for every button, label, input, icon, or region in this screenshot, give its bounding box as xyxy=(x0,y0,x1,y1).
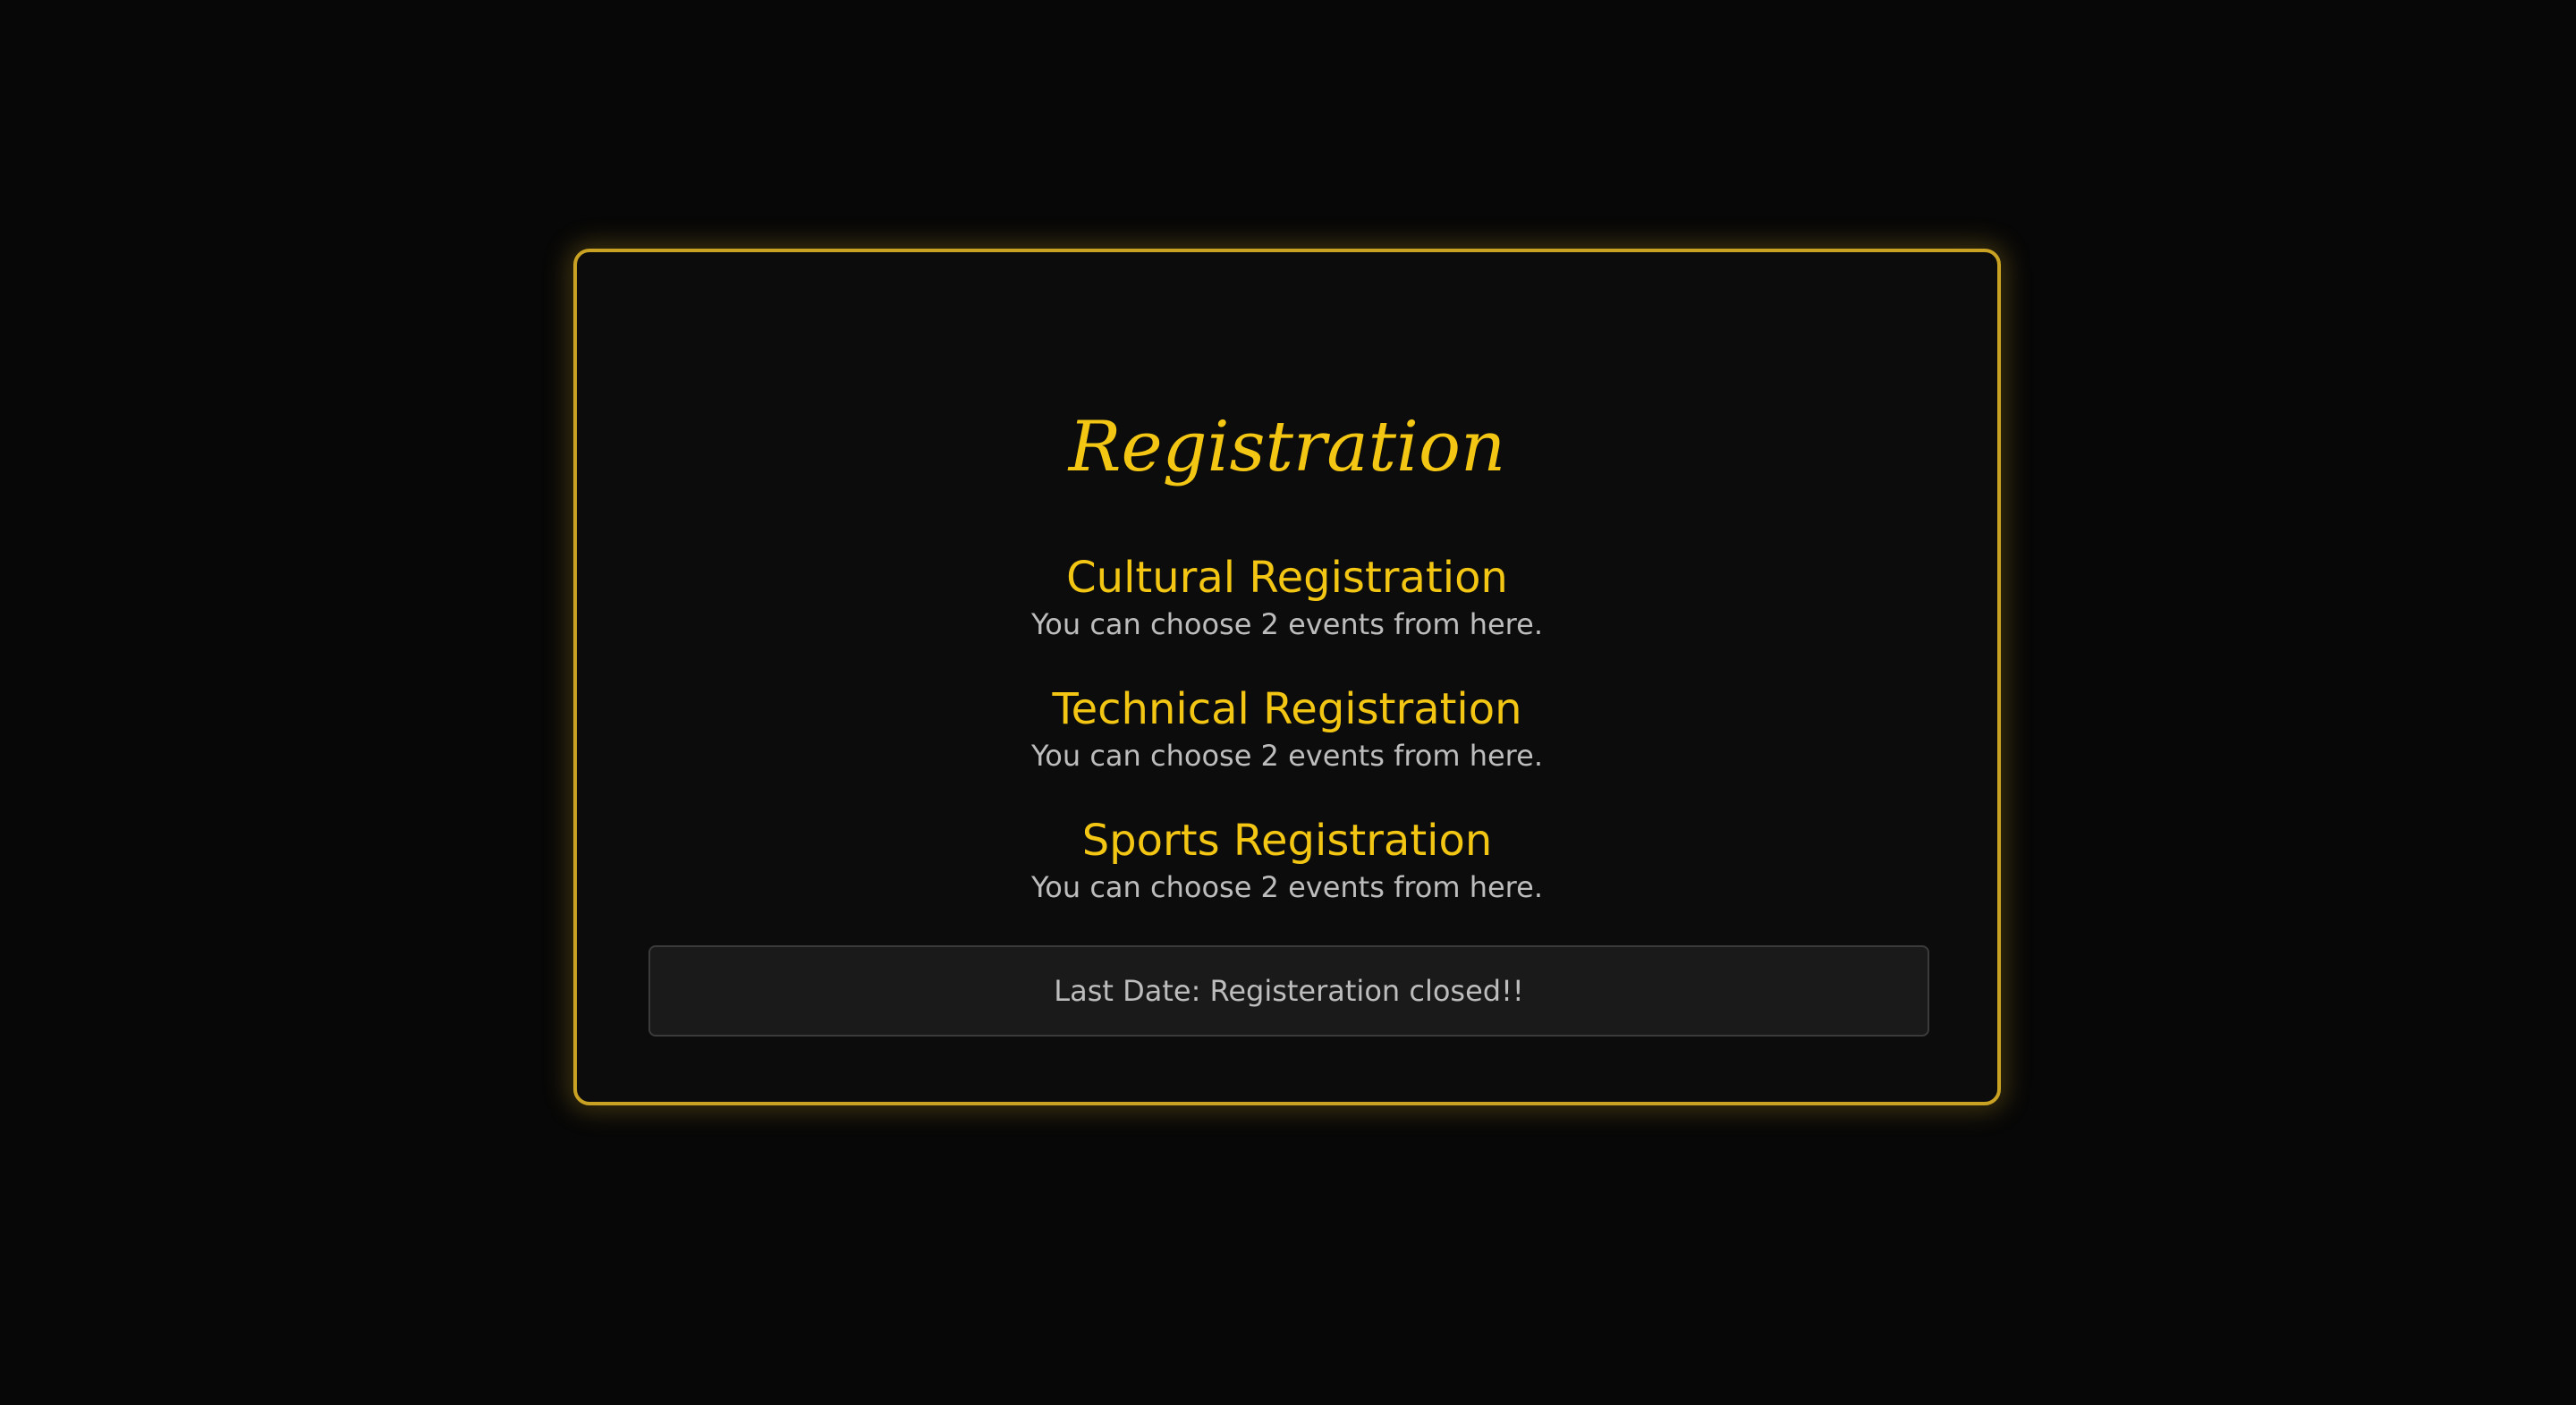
last-date-notice-text: Last Date: Registeration closed!! xyxy=(1054,974,1524,1008)
sports-registration-description: You can choose 2 events from here. xyxy=(1031,870,1543,904)
last-date-notice: Last Date: Registeration closed!! xyxy=(648,945,1929,1037)
registration-card: Registration Cultural Registration You c… xyxy=(573,249,2001,1105)
cultural-registration-title[interactable]: Cultural Registration xyxy=(577,551,1997,605)
sports-registration-section[interactable]: Sports Registration You can choose 2 eve… xyxy=(577,814,1997,907)
sports-registration-title[interactable]: Sports Registration xyxy=(577,814,1997,868)
technical-registration-section[interactable]: Technical Registration You can choose 2 … xyxy=(577,682,1997,775)
cultural-registration-description: You can choose 2 events from here. xyxy=(1031,607,1543,641)
page-title: Registration xyxy=(1068,407,1506,487)
technical-registration-title[interactable]: Technical Registration xyxy=(577,682,1997,736)
cultural-registration-section[interactable]: Cultural Registration You can choose 2 e… xyxy=(577,551,1997,644)
technical-registration-description: You can choose 2 events from here. xyxy=(1031,739,1543,773)
